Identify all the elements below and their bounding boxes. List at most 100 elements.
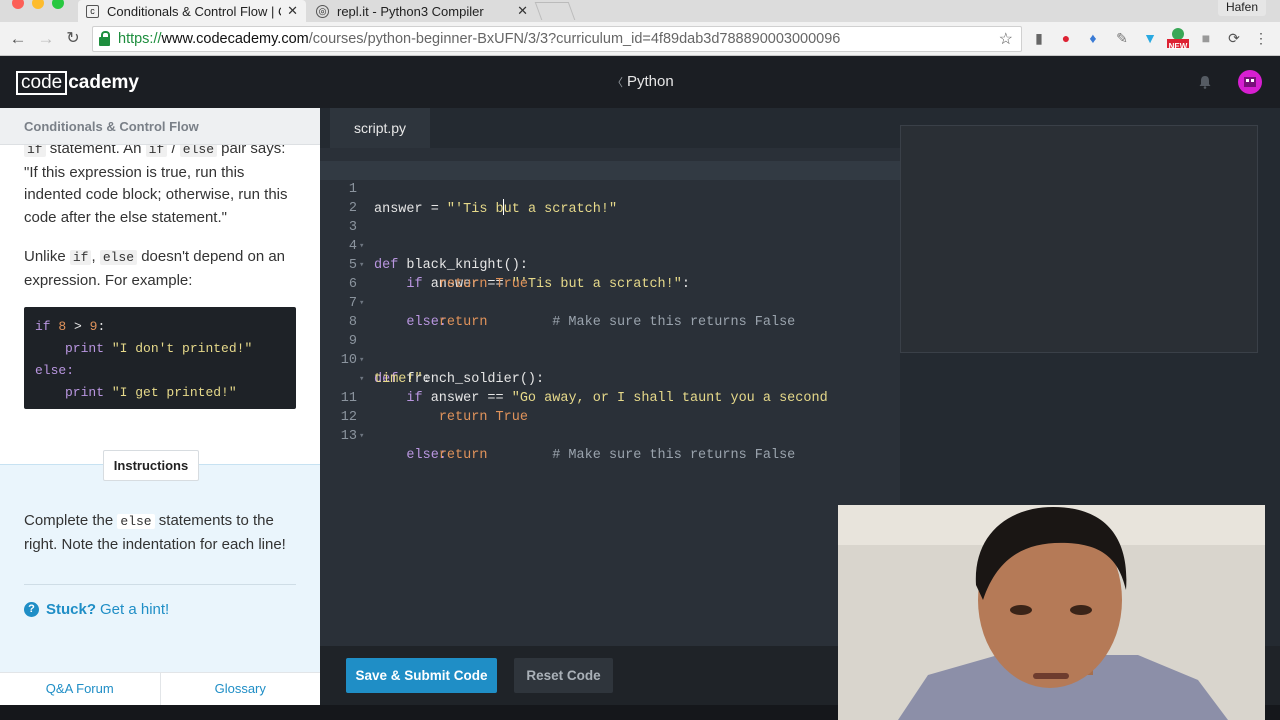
browser-tab-replit[interactable]: ◎ repl.it - Python3 Compiler ✕ (308, 0, 536, 22)
maximize-window-button[interactable] (52, 0, 64, 9)
bell-icon[interactable] (1198, 75, 1212, 89)
url-scheme: https:// (118, 31, 162, 47)
reset-code-button[interactable]: Reset Code (514, 658, 613, 693)
sync-icon[interactable]: ⟳ (1225, 29, 1243, 47)
instructions-text: Complete the else statements to the righ… (24, 510, 296, 556)
code-line[interactable]: 13 return # Make sure this returns False (320, 408, 900, 463)
book-icon[interactable]: ▮ (1030, 29, 1048, 47)
vimeo-icon[interactable]: ▼ (1141, 29, 1159, 47)
hint-text: Get a hint! (100, 601, 170, 618)
webcam-overlay (838, 505, 1265, 720)
example-line-2: print "I don't printed!" (35, 338, 285, 360)
code-line[interactable]: 12 ▾ else: (320, 389, 900, 463)
glossary-link[interactable]: Glossary (161, 673, 321, 705)
codecademy-logo[interactable]: code cademy (16, 71, 139, 95)
lock-icon (99, 30, 110, 46)
replit-favicon-icon: ◎ (316, 4, 329, 18)
text: , (91, 248, 100, 265)
course-name: Python (627, 73, 674, 90)
minimize-window-button[interactable] (32, 0, 44, 9)
lesson-paragraph-1: if statement. An if / else pair says: "I… (24, 138, 296, 229)
lesson-title: Conditionals & Control Flow (0, 108, 320, 145)
tab-title: Conditionals & Control Flow | C (107, 3, 282, 19)
instructions-section: Instructions Complete the else statement… (0, 450, 320, 676)
url-host: www.codecademy.com (161, 31, 309, 47)
chevron-left-icon: 〈 (612, 77, 623, 89)
course-link[interactable]: 〈 Python (612, 73, 674, 90)
python-icon[interactable]: ♦ (1084, 29, 1102, 47)
inline-code: if (69, 250, 92, 265)
hint-link[interactable]: ? Stuck? Get a hint! (24, 601, 169, 618)
url-path: /courses/python-beginner-BxUFN/3/3?curri… (308, 31, 841, 47)
new-tab-button[interactable] (534, 2, 576, 20)
keyword: if (35, 319, 51, 334)
file-tab-script[interactable]: script.py (330, 108, 430, 148)
code-line[interactable]: 10 ▾ if answer == "Go away, or I shall t… (320, 332, 900, 406)
text: Complete the (24, 512, 118, 529)
keyword: return (438, 448, 488, 463)
logo-box-text: code (16, 71, 68, 95)
example-code-block: if 8 > 9: print "I don't printed!" else:… (24, 307, 296, 409)
code-line[interactable]: 8 (320, 294, 900, 330)
back-arrow-icon[interactable]: ← (8, 29, 28, 49)
instructions-label: Instructions (103, 450, 199, 481)
keyword: else: (35, 363, 75, 378)
code-line[interactable]: 11 return True (320, 370, 900, 425)
code-line[interactable]: 4 ▾ if answer == "'Tis but a scratch!": (320, 218, 900, 292)
code-line[interactable]: 2 (320, 180, 900, 216)
presenter-video-image (838, 505, 1265, 720)
browser-profile-button[interactable]: Hafen (1217, 0, 1266, 16)
string: "I get printed!" (111, 385, 237, 400)
code-line[interactable]: 9 ▾ def french_soldier(): (320, 313, 900, 387)
string: "I don't printed!" (111, 341, 253, 356)
new-badge-label: NEW (1168, 42, 1188, 51)
question-icon: ? (24, 602, 39, 617)
lesson-paragraph-2: Unlike if, else doesn't depend on an exp… (24, 246, 296, 292)
inline-code: else (117, 514, 155, 529)
keyword: print (65, 385, 105, 400)
tab-close-icon[interactable]: ✕ (517, 3, 528, 19)
code-line[interactable]: 5 return True (320, 237, 900, 292)
code-line[interactable]: 1 answer = "'Tis but a scratch!" (320, 161, 900, 217)
avatar[interactable] (1238, 70, 1262, 94)
browser-tab-codecademy[interactable]: c Conditionals & Control Flow | C ✕ (78, 0, 306, 22)
bookmark-star-icon[interactable]: ☆ (999, 29, 1013, 49)
operator: > (66, 319, 90, 334)
example-line-1: if 8 > 9: (35, 316, 285, 338)
code-line[interactable]: 3 ▾ def black_knight(): (320, 199, 900, 273)
codecademy-favicon-icon: c (86, 4, 99, 18)
divider (24, 584, 296, 585)
code-line-wrap[interactable]: time!": (320, 351, 900, 387)
lesson-panel: if statement. An if / else pair says: "I… (0, 108, 320, 705)
code-editor[interactable]: 1 answer = "'Tis but a scratch!" 2 3 ▾ d… (320, 148, 900, 646)
app-header: code cademy 〈 Python (0, 57, 1280, 108)
code-line[interactable]: 6 ▾ else: (320, 256, 900, 330)
tab-title: repl.it - Python3 Compiler (337, 3, 484, 19)
media-icon[interactable]: ■ (1197, 29, 1215, 47)
lesson-footer: Q&A Forum Glossary (0, 672, 320, 705)
example-line-4: print "I get printed!" (35, 382, 285, 404)
close-window-button[interactable] (12, 0, 24, 9)
avatar-graphic (1244, 77, 1256, 87)
more-icon[interactable]: ⋮ (1252, 29, 1270, 47)
url-bar[interactable]: https://www.codecademy.com/courses/pytho… (92, 26, 1022, 52)
stuck-label: Stuck? (46, 601, 97, 618)
logo-rest-text: cademy (68, 72, 139, 93)
browser-tab-bar: c Conditionals & Control Flow | C ✕ ◎ re… (0, 0, 1280, 22)
keyword: print (65, 341, 105, 356)
lesson-body: if statement. An if / else pair says: "I… (24, 138, 296, 309)
tab-close-icon[interactable]: ✕ (287, 3, 298, 19)
text: Unlike (24, 248, 70, 265)
example-line-3: else: (35, 360, 285, 382)
qa-forum-link[interactable]: Q&A Forum (0, 673, 161, 705)
colon: : (97, 319, 106, 334)
code-line[interactable]: 7 return # Make sure this returns False (320, 275, 900, 330)
record-icon[interactable]: ● (1057, 29, 1075, 47)
comment: # Make sure this returns False (552, 448, 796, 463)
line-number: 13 (340, 429, 357, 444)
save-submit-button[interactable]: Save & Submit Code (346, 658, 497, 693)
reload-icon[interactable]: ↻ (63, 29, 83, 49)
output-console[interactable] (900, 125, 1258, 353)
forward-arrow-icon[interactable]: → (36, 29, 56, 49)
eyedropper-icon[interactable]: ✎ (1113, 29, 1131, 47)
